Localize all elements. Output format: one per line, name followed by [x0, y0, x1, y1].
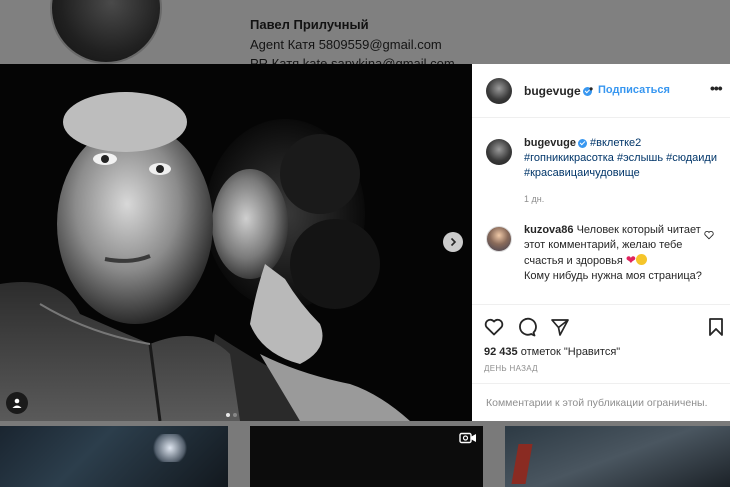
grid-thumbnail-1[interactable] [0, 426, 228, 487]
commenter-username[interactable]: kuzova86 [524, 224, 574, 236]
caption-author-avatar[interactable] [486, 139, 512, 165]
author-avatar[interactable] [486, 78, 512, 104]
comments-restricted-notice: Комментарии к этой публикации ограничены… [472, 383, 730, 423]
caption-time: 1 дн. [524, 194, 545, 204]
author-username-text[interactable]: bugevuge [524, 84, 581, 98]
caption-text: bugevuge #вклетке2 #гопникикрасотка #эсл… [524, 136, 724, 181]
comment-item: kuzova86 Человек который читает этот ком… [486, 223, 718, 303]
likes-number[interactable]: 92 435 [484, 346, 518, 358]
profile-header-backdrop: Павел Прилучный Agent Катя 5809559@gmail… [0, 0, 730, 64]
comment-like-heart-icon[interactable] [704, 230, 714, 240]
caption-verified-icon [577, 138, 587, 148]
more-options-icon[interactable]: ••• [710, 80, 723, 96]
carousel-indicator [226, 404, 240, 421]
carousel-dot [226, 413, 230, 417]
profile-bio-agent: Agent Катя 5809559@gmail.com [250, 37, 442, 52]
bookmark-icon[interactable] [706, 317, 726, 337]
grid-thumbnail-2[interactable] [250, 426, 483, 487]
comment-icon[interactable] [517, 317, 537, 337]
post-header: bugevuge • Подписаться ••• [472, 64, 730, 118]
profile-bio-pr: PR Катя kate.sapykina@gmail.com [250, 56, 455, 64]
user-tag-icon [12, 398, 22, 408]
post-side-panel: bugevuge • Подписаться ••• bugevuge #вкл… [472, 64, 730, 421]
likes-count[interactable]: 92 435 отметок "Нравится" [484, 346, 620, 358]
author-username[interactable]: bugevuge [524, 84, 592, 98]
carousel-next-button[interactable] [443, 232, 463, 252]
comments-restricted-text: Комментарии к этой публикации ограничены… [486, 397, 708, 409]
follow-button[interactable]: Подписаться [598, 84, 670, 96]
comment-body-line2: Кому нибудь нужна моя страница? [524, 270, 702, 282]
comment-text: kuzova86 Человек который читает этот ком… [524, 223, 709, 284]
profile-name: Павел Прилучный [250, 17, 369, 32]
heart-icon[interactable] [484, 317, 504, 337]
grid-thumbnail-3[interactable] [505, 426, 730, 487]
post-timestamp[interactable]: ДЕНЬ НАЗАД [484, 364, 538, 373]
likes-label[interactable]: отметок "Нравится" [521, 346, 620, 358]
red-heart-emoji-icon: ❤ [625, 253, 636, 267]
commenter-avatar[interactable] [486, 226, 512, 252]
carousel-dot [233, 413, 237, 417]
caption-username[interactable]: bugevuge [524, 137, 576, 149]
photo-image [0, 64, 472, 421]
profile-avatar [50, 0, 162, 64]
header-separator: • [589, 82, 594, 96]
thumbnail-lights [150, 434, 190, 462]
post-actions: 92 435 отметок "Нравится" ДЕНЬ НАЗАД Ком… [472, 304, 730, 422]
share-icon[interactable] [550, 317, 570, 337]
thumbnail-red-shape [511, 444, 533, 484]
user-tag-button[interactable] [6, 392, 28, 414]
chevron-right-icon [450, 237, 457, 247]
video-icon [459, 432, 476, 444]
smile-emoji-icon [635, 254, 647, 265]
post-photo[interactable] [0, 64, 472, 421]
